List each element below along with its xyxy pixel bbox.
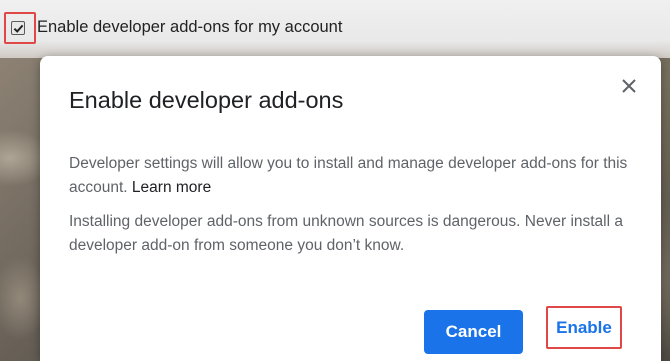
dialog-body: Developer settings will allow you to ins…: [69, 152, 629, 268]
dialog-paragraph-settings: Developer settings will allow you to ins…: [69, 152, 629, 200]
checkbox-label[interactable]: Enable developer add-ons for my account: [37, 18, 342, 37]
settings-strip: Enable developer add-ons for my account: [0, 0, 670, 58]
enable-developer-addons-dialog: Enable developer add-ons Developer setti…: [40, 56, 661, 361]
dialog-title: Enable developer add-ons: [69, 87, 344, 113]
enable-button[interactable]: Enable: [550, 312, 618, 344]
developer-addons-checkbox[interactable]: [11, 21, 25, 35]
cancel-button[interactable]: Cancel: [424, 310, 523, 354]
close-button[interactable]: [617, 74, 641, 98]
checkmark-icon: [13, 24, 23, 33]
learn-more-link[interactable]: Learn more: [132, 179, 211, 196]
close-icon: [622, 79, 636, 93]
dialog-paragraph-warning: Installing developer add-ons from unknow…: [69, 213, 623, 254]
